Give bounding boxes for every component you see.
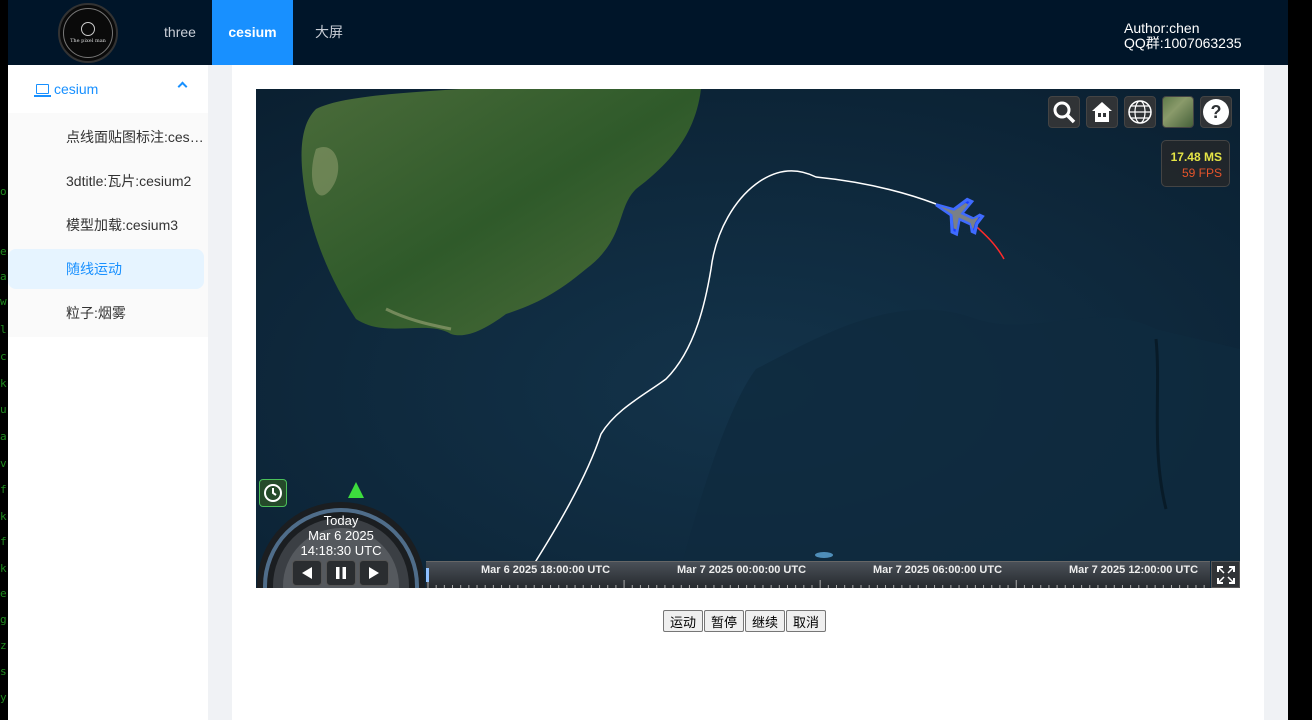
- motion-controls: 运动 暂停 继续 取消: [663, 610, 827, 632]
- matrix-char: g: [0, 613, 7, 626]
- timeline-ticks: [427, 580, 1205, 588]
- matrix-char: z: [0, 639, 7, 652]
- basemap-picker-button[interactable]: [1162, 96, 1194, 128]
- matrix-char: a: [0, 430, 7, 443]
- help-button[interactable]: ?: [1200, 96, 1232, 128]
- matrix-char: a: [0, 270, 7, 283]
- sidebar-item-3dtiles[interactable]: 3dtitle:瓦片:cesium2: [8, 161, 204, 201]
- logo-star-icon: [81, 22, 95, 36]
- right-edge-strip: [1288, 0, 1312, 720]
- matrix-char: l: [0, 323, 7, 336]
- play-reverse-icon: [302, 567, 312, 579]
- site-logo[interactable]: The pixel man: [58, 3, 118, 63]
- svg-text:?: ?: [1211, 102, 1222, 122]
- viewer-toolbar: ?: [1048, 96, 1232, 128]
- nav-dashboard[interactable]: 大屏: [305, 0, 353, 65]
- sidebar-item-path-motion[interactable]: 随线运动: [8, 249, 204, 289]
- qq-group: QQ群:1007063235: [1124, 35, 1242, 51]
- sidebar-item-model-load[interactable]: 模型加载:cesium3: [8, 205, 204, 245]
- nav-three[interactable]: three: [150, 0, 210, 65]
- matrix-char: f: [0, 535, 7, 548]
- clock-toggle-button[interactable]: [259, 479, 287, 507]
- sidebar-item-point-line-plane[interactable]: 点线面贴图标注:cesium1: [8, 117, 204, 157]
- matrix-char: v: [0, 457, 7, 470]
- matrix-char: e: [0, 245, 7, 258]
- search-button[interactable]: [1048, 96, 1080, 128]
- matrix-char: u: [0, 403, 7, 416]
- clock-icon: [264, 484, 282, 502]
- matrix-char: o: [0, 185, 7, 198]
- logo-emblem: The pixel man: [63, 8, 113, 58]
- search-icon: [1053, 101, 1076, 124]
- help-icon: ?: [1203, 99, 1229, 125]
- shuttle-ring-pointer[interactable]: [348, 482, 364, 498]
- submenu-label: cesium: [54, 81, 99, 97]
- sidebar: cesium 点线面贴图标注:cesium1 3dtitle:瓦片:cesium…: [8, 65, 208, 720]
- author-info: Author:chen QQ群:1007063235: [1124, 21, 1242, 51]
- timeline[interactable]: Mar 6 2025 18:00:00 UTC Mar 7 2025 00:00…: [426, 561, 1210, 588]
- fullscreen-icon: [1216, 565, 1235, 584]
- top-header: The pixel man three cesium 大屏 Author:che…: [8, 0, 1288, 65]
- nav-cesium[interactable]: cesium: [212, 0, 293, 65]
- fps-panel: 17.48 MS 59 FPS: [1161, 140, 1230, 187]
- submenu-list: 点线面贴图标注:cesium1 3dtitle:瓦片:cesium2 模型加载:…: [8, 113, 208, 337]
- globe-icon: [1128, 100, 1152, 124]
- home-button[interactable]: [1086, 96, 1118, 128]
- author-name: Author:chen: [1124, 20, 1200, 36]
- submenu-cesium[interactable]: cesium: [8, 65, 208, 113]
- sidebar-item-particles[interactable]: 粒子:烟雾: [8, 293, 204, 333]
- matrix-char: s: [0, 665, 7, 678]
- home-icon: [1092, 102, 1112, 122]
- matrix-char: f: [0, 483, 7, 496]
- play-reverse-button[interactable]: [292, 560, 322, 586]
- ship-marker: [815, 552, 833, 558]
- matrix-char: w: [0, 295, 7, 308]
- cancel-motion-button[interactable]: 取消: [786, 610, 827, 632]
- pause-motion-button[interactable]: 暂停: [704, 610, 745, 632]
- pause-icon: [336, 567, 346, 579]
- matrix-char: c: [0, 350, 7, 363]
- resume-motion-button[interactable]: 继续: [745, 610, 786, 632]
- matrix-char: k: [0, 377, 7, 390]
- scene-mode-button[interactable]: [1124, 96, 1156, 128]
- laptop-icon: [34, 84, 51, 97]
- frame-time: 17.48 MS: [1170, 150, 1222, 164]
- timeline-label: Mar 6 2025 18:00:00 UTC: [481, 564, 611, 576]
- matrix-char: k: [0, 510, 7, 523]
- fullscreen-button[interactable]: [1211, 561, 1240, 588]
- logo-text: The pixel man: [70, 38, 106, 44]
- matrix-rain-strip: e a w l c k u a v f k f k e g z s y o: [0, 65, 8, 720]
- chevron-up-icon: [177, 81, 188, 92]
- fps-value: 59 FPS: [1181, 166, 1222, 180]
- timeline-label: Mar 7 2025 12:00:00 UTC: [1069, 564, 1199, 576]
- timeline-label: Mar 7 2025 06:00:00 UTC: [873, 564, 1003, 576]
- timeline-needle[interactable]: [426, 568, 429, 582]
- matrix-char: e: [0, 587, 7, 600]
- play-forward-button[interactable]: [359, 560, 389, 586]
- pause-button[interactable]: [326, 560, 356, 586]
- timeline-label: Mar 7 2025 00:00:00 UTC: [677, 564, 807, 576]
- matrix-char: k: [0, 562, 7, 575]
- matrix-char: y: [0, 691, 7, 704]
- cesium-viewer[interactable]: ? 17.48 MS 59 FPS Today Mar 6 2025 14:18…: [256, 89, 1240, 588]
- start-motion-button[interactable]: 运动: [663, 610, 704, 632]
- play-forward-icon: [369, 567, 379, 579]
